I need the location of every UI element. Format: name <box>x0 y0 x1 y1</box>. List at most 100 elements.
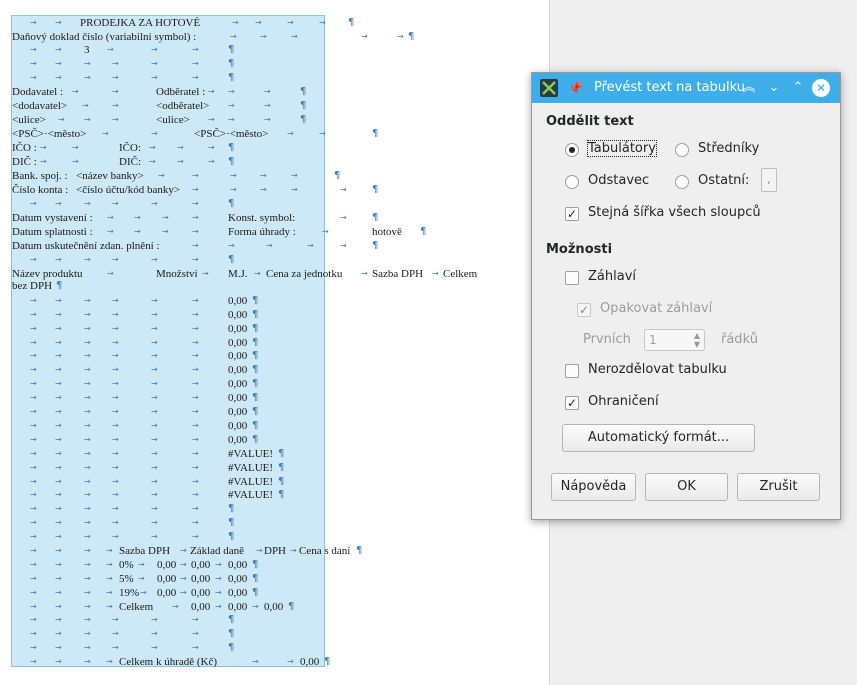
tab-mark-icon: → <box>151 255 158 264</box>
tab-mark-icon: → <box>192 615 199 624</box>
tab-mark-icon: → <box>192 463 199 472</box>
ok-button[interactable]: OK <box>645 473 728 501</box>
minimize-icon[interactable]: ⌄ <box>765 79 783 97</box>
tab-mark-icon: → <box>112 87 119 96</box>
tab-mark-icon: → <box>192 449 199 458</box>
rows-spinbox[interactable]: 1 ▲ ▼ <box>644 329 705 351</box>
label-dont-split[interactable]: Nerozdělovat tabulku <box>588 362 727 377</box>
radio-tabs[interactable] <box>565 143 579 157</box>
cancel-button[interactable]: Zrušit <box>737 473 820 501</box>
pin-icon[interactable]: 📌 <box>568 81 583 95</box>
checkbox-border[interactable]: ✓ <box>565 396 579 410</box>
label-equal-width[interactable]: Stejná šířka všech sloupců <box>588 205 761 220</box>
label-border[interactable]: Ohraničení <box>588 394 659 409</box>
document-text-run: Sazba DPH <box>119 545 171 557</box>
tab-mark-icon: → <box>397 32 404 41</box>
tab-mark-icon: → <box>84 504 91 513</box>
spin-up-icon[interactable]: ▲ <box>694 331 700 340</box>
tab-mark-icon: → <box>84 73 91 82</box>
tab-mark-icon: → <box>84 449 91 458</box>
tab-mark-icon: → <box>55 379 62 388</box>
radio-semicolons[interactable] <box>675 143 689 157</box>
tab-mark-icon: → <box>138 560 145 569</box>
tab-mark-icon: → <box>149 157 156 166</box>
tab-mark-icon: → <box>55 435 62 444</box>
tab-mark-icon: → <box>30 59 37 68</box>
document-text-run: 0,00 <box>157 587 177 599</box>
tab-mark-icon: → <box>192 435 199 444</box>
tab-mark-icon: → <box>215 588 222 597</box>
tab-mark-icon: → <box>84 643 91 652</box>
document-area[interactable]: → → PRODEJKA ZA HOTOVÉ → → → → ¶ Daňový doklad č… <box>0 0 549 685</box>
label-repeat-header[interactable]: Opakovat záhlaví <box>600 301 712 316</box>
document-text-run: 0,00 <box>191 587 211 599</box>
tab-mark-icon: → <box>55 351 62 360</box>
tab-mark-icon: → <box>55 324 62 333</box>
tab-mark-icon: → <box>84 421 91 430</box>
help-button[interactable]: Nápověda <box>551 473 636 501</box>
document-text-run: 0% <box>119 559 134 571</box>
tab-mark-icon: → <box>177 143 184 152</box>
radio-paragraph[interactable] <box>565 175 579 189</box>
tab-mark-icon: → <box>84 615 91 624</box>
tab-mark-icon: → <box>30 518 37 527</box>
tab-mark-icon: → <box>112 643 119 652</box>
document-text-run: 19% <box>119 587 140 599</box>
keep-above-icon[interactable]: ︽ <box>740 79 758 97</box>
label-tabs[interactable]: Tabulátory <box>587 140 657 157</box>
checkbox-equal-width[interactable]: ✓ <box>565 207 579 221</box>
paragraph-mark-icon: ¶ <box>372 128 379 139</box>
label-semicolons[interactable]: Středníky <box>698 141 759 156</box>
tab-mark-icon: → <box>30 351 37 360</box>
tab-mark-icon: → <box>30 643 37 652</box>
tab-mark-icon: → <box>151 407 158 416</box>
tab-mark-icon: → <box>192 227 199 236</box>
maximize-icon[interactable]: ⌃ <box>789 79 807 97</box>
label-header[interactable]: Záhlaví <box>588 269 636 284</box>
radio-other[interactable] <box>675 175 689 189</box>
tab-mark-icon: → <box>151 629 158 638</box>
tab-mark-icon: → <box>180 546 187 555</box>
document-text-run: Datum vystavení : <box>12 212 93 224</box>
tab-mark-icon: → <box>112 629 119 638</box>
options-heading: Možnosti <box>546 242 613 257</box>
paragraph-mark-icon: ¶ <box>252 420 259 431</box>
paragraph-mark-icon: ¶ <box>228 642 235 653</box>
tab-mark-icon: → <box>55 59 62 68</box>
other-separator-field[interactable]: , <box>761 168 777 192</box>
close-icon[interactable]: ✕ <box>812 79 830 97</box>
tab-mark-icon: → <box>84 574 91 583</box>
spin-down-icon[interactable]: ▼ <box>694 340 700 349</box>
document-text-run: 0,00 <box>228 350 248 362</box>
tab-mark-icon: → <box>287 18 294 27</box>
label-other[interactable]: Ostatní: <box>698 173 749 188</box>
document-text-run: 0,00 <box>228 601 248 613</box>
tab-mark-icon: → <box>192 199 199 208</box>
checkbox-dont-split[interactable] <box>565 364 579 378</box>
tab-mark-icon: → <box>82 101 89 110</box>
paragraph-mark-icon: ¶ <box>278 476 285 487</box>
tab-mark-icon: → <box>84 351 91 360</box>
document-text-run: hotově <box>372 226 402 238</box>
paragraph-mark-icon: ¶ <box>324 656 331 667</box>
tab-mark-icon: → <box>432 269 439 278</box>
tab-mark-icon: → <box>192 643 199 652</box>
tab-mark-icon: → <box>30 463 37 472</box>
tab-mark-icon: → <box>55 310 62 319</box>
tab-mark-icon: → <box>107 269 114 278</box>
tab-mark-icon: → <box>180 574 187 583</box>
autoformat-button[interactable]: Automatický formát... <box>562 424 755 452</box>
tab-mark-icon: → <box>192 518 199 527</box>
tab-mark-icon: → <box>72 157 79 166</box>
tab-mark-icon: → <box>172 602 179 611</box>
paragraph-mark-icon: ¶ <box>252 350 259 361</box>
document-text-run: 0,00 <box>228 434 248 446</box>
label-paragraph[interactable]: Odstavec <box>588 173 649 188</box>
tab-mark-icon: → <box>112 435 119 444</box>
checkbox-repeat-header[interactable]: ✓ <box>577 303 591 317</box>
dialog-titlebar[interactable]: 📌 Převést text na tabulku ︽ ⌄ ⌃ ✕ <box>532 73 840 103</box>
tab-mark-icon: → <box>30 560 37 569</box>
checkbox-header[interactable] <box>565 271 579 285</box>
tab-mark-icon: → <box>151 73 158 82</box>
tab-mark-icon: → <box>84 59 91 68</box>
